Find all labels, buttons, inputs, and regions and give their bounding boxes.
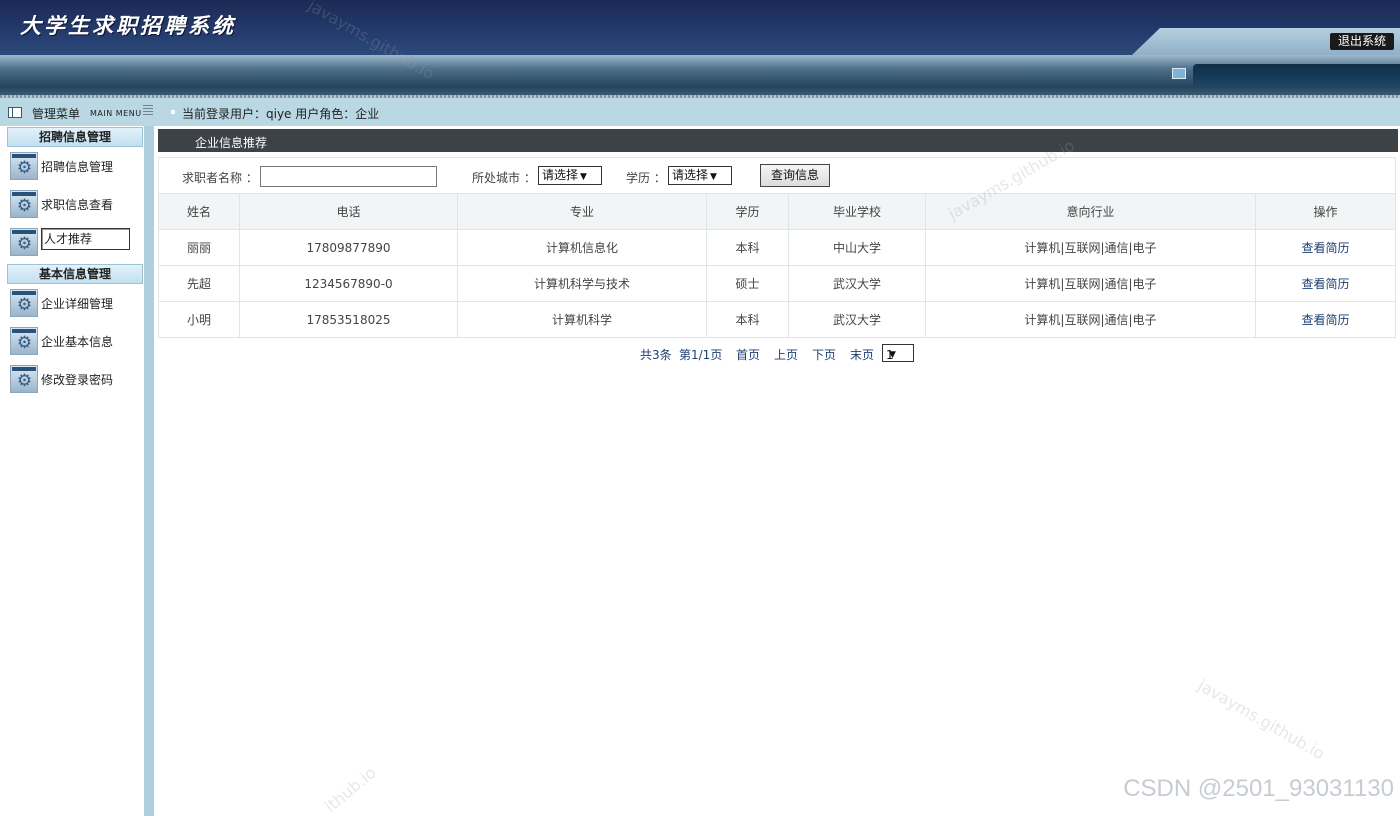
panel-title: 企业信息推荐 bbox=[195, 136, 268, 150]
name-label: 求职者名称 ： bbox=[182, 171, 258, 185]
cell-name: 小明 bbox=[158, 301, 240, 338]
cell-phone: 17809877890 bbox=[239, 229, 458, 266]
sidebar-item-label: 求职信息查看 bbox=[41, 198, 114, 212]
sidebar-item-recruit-manage[interactable]: ⚙ 招聘信息管理 bbox=[10, 152, 138, 182]
city-select[interactable]: 请选择 ▼ bbox=[538, 166, 602, 185]
column-header: 学历 bbox=[706, 193, 789, 230]
education-label: 学历 ： bbox=[626, 171, 666, 185]
gear-icon: ⚙ bbox=[10, 289, 38, 317]
search-button[interactable]: 查询信息 bbox=[760, 164, 830, 187]
column-header: 电话 bbox=[239, 193, 458, 230]
city-label: 所处城市 ： bbox=[472, 171, 536, 185]
sidebar-item-company-detail[interactable]: ⚙ 企业详细管理 bbox=[10, 289, 138, 319]
toolbar-dark-panel bbox=[1193, 64, 1400, 86]
pager-first-link[interactable]: 首页 bbox=[736, 346, 760, 363]
gear-icon: ⚙ bbox=[10, 365, 38, 393]
name-search-input[interactable] bbox=[260, 166, 437, 187]
table-row: 先超 1234567890-0 计算机科学与技术 硕士 武汉大学 计算机|互联网… bbox=[158, 265, 1396, 302]
chevron-down-icon: ▼ bbox=[580, 172, 587, 182]
table-row: 丽丽 17809877890 计算机信息化 本科 中山大学 计算机|互联网|通信… bbox=[158, 229, 1396, 266]
sidebar-item-company-basic[interactable]: ⚙ 企业基本信息 bbox=[10, 327, 138, 357]
cell-education: 本科 bbox=[706, 229, 789, 266]
column-header: 姓名 bbox=[158, 193, 240, 230]
view-resume-link[interactable]: 查看简历 bbox=[1255, 265, 1396, 302]
education-select-value: 请选择 bbox=[672, 168, 709, 182]
sidebar-item-change-password[interactable]: ⚙ 修改登录密码 bbox=[10, 365, 138, 395]
view-resume-link[interactable]: 查看简历 bbox=[1255, 301, 1396, 338]
table-header-row: 姓名 电话 专业 学历 毕业学校 意向行业 操作 bbox=[158, 193, 1396, 230]
menu-title: 管理菜单 bbox=[32, 107, 81, 121]
app-header: 大学生求职招聘系统 退出系统 bbox=[0, 0, 1400, 55]
sidebar-item-label: 修改登录密码 bbox=[41, 373, 114, 387]
pager-last-link[interactable]: 末页 bbox=[850, 346, 874, 363]
candidate-table: 姓名 电话 专业 学历 毕业学校 意向行业 操作 丽丽 17809877890 … bbox=[158, 193, 1396, 338]
monitor-icon[interactable] bbox=[1172, 68, 1186, 79]
sidebar: 招聘信息管理 ⚙ 招聘信息管理 ⚙ 求职信息查看 ⚙ 人才推荐 基本信息管理 ⚙… bbox=[0, 126, 144, 816]
sidebar-item-talent-recommend[interactable]: ⚙ 人才推荐 bbox=[10, 228, 138, 258]
sidebar-item-label: 企业基本信息 bbox=[41, 335, 114, 349]
cell-major: 计算机科学与技术 bbox=[457, 265, 707, 302]
table-row: 小明 17853518025 计算机科学 本科 武汉大学 计算机|互联网|通信|… bbox=[158, 301, 1396, 338]
lines-icon bbox=[143, 105, 153, 115]
sidebar-section-recruit[interactable]: 招聘信息管理 bbox=[7, 127, 143, 147]
column-header: 毕业学校 bbox=[788, 193, 926, 230]
page-select[interactable]: 1 ▼ bbox=[882, 344, 914, 362]
cell-industry: 计算机|互联网|通信|电子 bbox=[925, 301, 1256, 338]
gear-icon: ⚙ bbox=[10, 190, 38, 218]
app-title: 大学生求职招聘系统 bbox=[20, 13, 236, 38]
search-form: 求职者名称 ： 所处城市 ： 请选择 ▼ 学历 ： 请选择 ▼ 查询信息 bbox=[158, 157, 1396, 193]
cell-industry: 计算机|互联网|通信|电子 bbox=[925, 229, 1256, 266]
cell-phone: 17853518025 bbox=[239, 301, 458, 338]
menu-subtitle: MAIN MENU bbox=[90, 109, 142, 118]
header-toolbar bbox=[0, 55, 1400, 95]
city-select-value: 请选择 bbox=[542, 168, 579, 182]
panel-header: 企业信息推荐 bbox=[158, 129, 1398, 152]
gear-icon: ⚙ bbox=[10, 327, 38, 355]
watermark: javayms.github.io bbox=[1194, 675, 1328, 764]
pager-prev-link[interactable]: 上页 bbox=[774, 346, 798, 363]
cell-major: 计算机科学 bbox=[457, 301, 707, 338]
sidebar-item-label: 企业详细管理 bbox=[41, 297, 114, 311]
view-resume-link[interactable]: 查看简历 bbox=[1255, 229, 1396, 266]
sidebar-splitter[interactable] bbox=[144, 126, 154, 816]
sidebar-item-label: 招聘信息管理 bbox=[41, 160, 114, 174]
education-select[interactable]: 请选择 ▼ bbox=[668, 166, 732, 185]
cell-industry: 计算机|互联网|通信|电子 bbox=[925, 265, 1256, 302]
bullet-icon bbox=[171, 110, 175, 114]
sidebar-item-label: 人才推荐 bbox=[41, 228, 130, 250]
column-header: 操作 bbox=[1255, 193, 1396, 230]
watermark: ithub.io bbox=[320, 762, 380, 816]
sidebar-item-job-view[interactable]: ⚙ 求职信息查看 bbox=[10, 190, 138, 220]
sidebar-section-basic[interactable]: 基本信息管理 bbox=[7, 264, 143, 284]
cell-education: 本科 bbox=[706, 301, 789, 338]
cell-name: 先超 bbox=[158, 265, 240, 302]
cell-school: 武汉大学 bbox=[788, 265, 926, 302]
chevron-down-icon: ▼ bbox=[710, 172, 717, 182]
chevron-down-icon: ▼ bbox=[889, 350, 896, 360]
pager-total: 共3条 bbox=[640, 348, 672, 362]
status-bar: 管理菜单 MAIN MENU 当前登录用户：qiye 用户角色：企业 bbox=[0, 98, 1400, 126]
csdn-watermark: CSDN @2501_93031130 bbox=[1123, 775, 1394, 802]
pager-page: 第1/1页 bbox=[679, 348, 723, 362]
cell-phone: 1234567890-0 bbox=[239, 265, 458, 302]
current-user-info: 当前登录用户：qiye 用户角色：企业 bbox=[182, 107, 380, 121]
column-header: 意向行业 bbox=[925, 193, 1256, 230]
gear-icon: ⚙ bbox=[10, 228, 38, 256]
gear-icon: ⚙ bbox=[10, 152, 38, 180]
logout-button[interactable]: 退出系统 bbox=[1329, 33, 1394, 50]
cell-education: 硕士 bbox=[706, 265, 789, 302]
cell-name: 丽丽 bbox=[158, 229, 240, 266]
cell-major: 计算机信息化 bbox=[457, 229, 707, 266]
cell-school: 武汉大学 bbox=[788, 301, 926, 338]
menu-icon bbox=[8, 107, 22, 118]
column-header: 专业 bbox=[457, 193, 707, 230]
pager-next-link[interactable]: 下页 bbox=[812, 346, 836, 363]
cell-school: 中山大学 bbox=[788, 229, 926, 266]
